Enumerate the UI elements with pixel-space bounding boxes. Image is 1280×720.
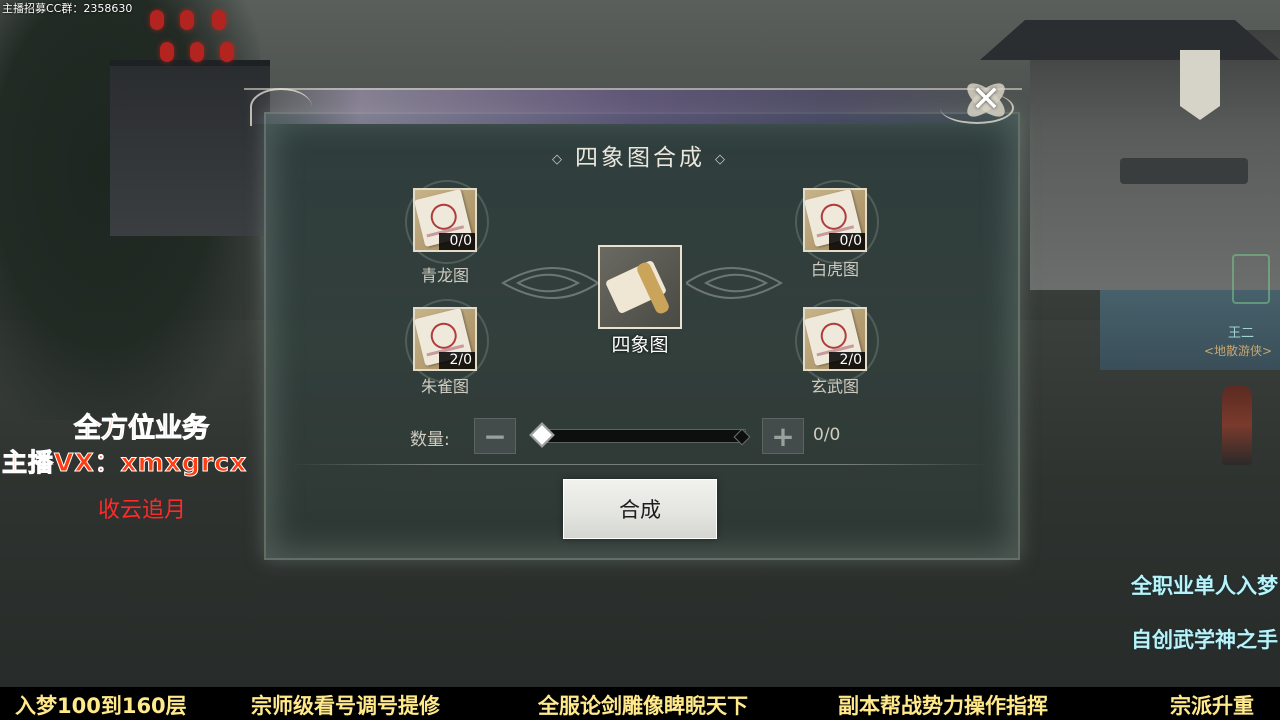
diamond-icon: ◇ [715,151,728,167]
quantity-label: 数量: [410,430,450,450]
npc-character[interactable] [1222,385,1252,465]
quantity-value: 0/0 [813,425,841,445]
item-label: 白虎图 [810,260,859,279]
ticker-item: 宗师级看号调号提修 [251,694,440,718]
close-button[interactable]: ✕ [960,76,1012,124]
dialog-title-text: 四象图合成 [575,145,705,171]
lantern-icon [220,42,234,62]
quantity-increase-button[interactable]: + [762,418,804,454]
item-slot-qinglong[interactable]: 0/0 [405,180,489,264]
item-slot-zhuque[interactable]: 2/0 [405,299,489,383]
synthesize-button[interactable]: 合成 [563,479,717,539]
lantern-icon [212,10,226,30]
item-count: 2/0 [829,352,865,369]
scroll-icon [604,259,671,316]
ticker-item: 副本帮战势力操作指挥 [838,694,1048,718]
quantity-slider-track[interactable] [540,429,746,443]
promo-text-left-3: 收云追月 [98,498,187,523]
lantern-icon [160,42,174,62]
cloud-ornament-icon [250,88,312,126]
promo-text-left-2: 主播VX：xmxgrcx [1,448,248,478]
skill-icon[interactable] [1232,254,1270,304]
synthesize-button-label: 合成 [619,498,661,522]
result-item-slot[interactable] [598,245,682,329]
window [1120,158,1248,184]
diamond-icon: ◇ [552,151,565,167]
item-label: 玄武图 [810,377,859,396]
close-icon: ✕ [970,79,1002,120]
item-slot-baihu[interactable]: 0/0 [795,180,879,264]
lantern-icon [180,10,194,30]
item-label: 青龙图 [420,266,469,285]
ticker-item: 全服论剑雕像睥睨天下 [538,694,748,718]
ticker-item: 宗派升重 [1170,694,1254,718]
minus-icon: − [483,419,507,453]
npc-name: 王二 [1228,326,1255,341]
item-slot-xuanwu[interactable]: 2/0 [795,299,879,383]
quantity-decrease-button[interactable]: − [474,418,516,454]
dialog-title: ◇ 四象图合成 ◇ [264,138,1016,172]
divider [290,464,990,465]
promo-text-right-1: 全职业单人入梦 [1131,574,1278,598]
item-count: 0/0 [829,233,865,250]
stream-ticker: 入梦100到160层 宗师级看号调号提修 全服论剑雕像睥睨天下 副本帮战势力操作… [0,687,1280,720]
promo-text-right-2: 自创武学神之手 [1131,628,1278,652]
ticker-item: 入梦100到160层 [15,694,187,718]
promo-text-left-1: 全方位业务 [74,413,210,445]
npc-title: <地散游侠> [1204,344,1273,358]
banner-flag [1180,50,1220,120]
wing-ornament-icon [498,258,600,308]
item-count: 2/0 [439,352,475,369]
plus-icon: + [771,419,795,453]
item-count: 0/0 [439,233,475,250]
building-left [110,60,270,236]
item-label: 朱雀图 [420,377,469,396]
dialog-header-banner [244,88,1022,124]
result-item-label: 四象图 [611,334,669,356]
lantern-icon [150,10,164,30]
wing-ornament-icon [684,258,786,308]
lantern-icon [190,42,204,62]
stream-top-info: 主播招募CC群：2358630 [2,2,133,15]
